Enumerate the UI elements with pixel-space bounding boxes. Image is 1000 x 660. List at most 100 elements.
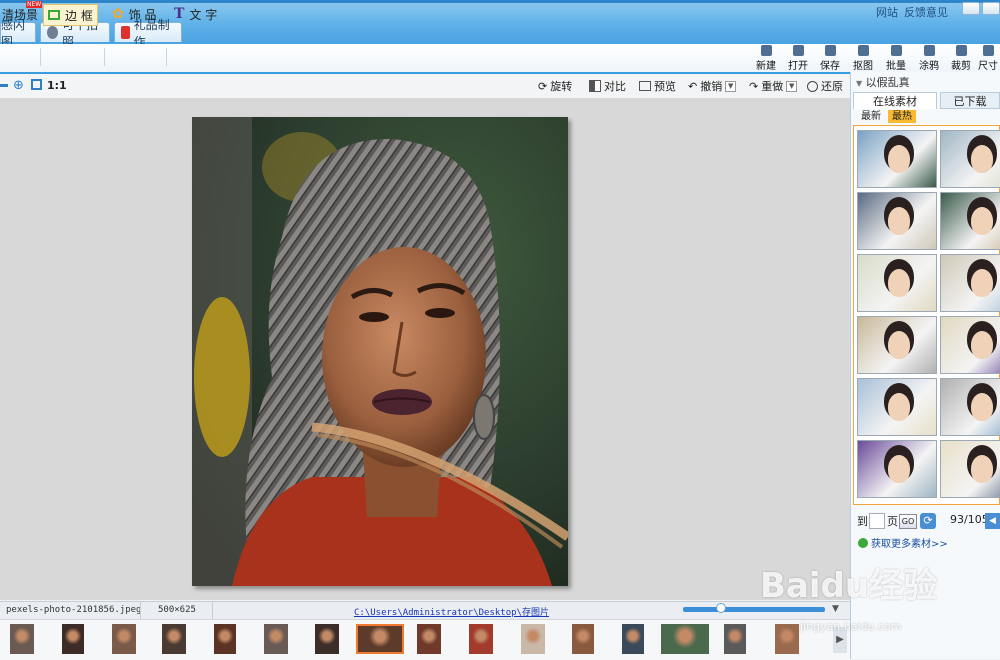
tab-downloaded[interactable]: 已下载 <box>940 92 1000 109</box>
undo-button[interactable]: ↶ 撤销 ▼ <box>688 78 737 94</box>
resize-button[interactable]: 尺寸 <box>976 44 1000 72</box>
doodle-button-label: 涂鸦 <box>919 61 939 72</box>
filmstrip-thumb[interactable] <box>162 624 186 654</box>
maximize-button[interactable] <box>982 2 1000 15</box>
filmstrip-thumb[interactable] <box>622 624 644 654</box>
prev-page-button[interactable]: ◀ <box>985 513 1000 529</box>
more-material-link[interactable]: 获取更多素材>> <box>858 535 948 550</box>
frame-icon <box>48 10 60 20</box>
resize-button-label: 尺寸 <box>978 61 998 72</box>
tab-online-label: 在线素材 <box>873 95 917 108</box>
zoom-slider-handle[interactable] <box>716 603 726 613</box>
material-thumb[interactable] <box>940 254 1000 312</box>
tab-shan-tu[interactable]: 感闪图 <box>0 18 36 49</box>
filmstrip-thumb[interactable] <box>264 624 288 654</box>
website-link[interactable]: 网站 <box>876 4 898 20</box>
undo-icon: ↶ <box>688 79 698 93</box>
crop-button[interactable]: 裁剪 <box>946 44 976 72</box>
tool-scene-label: 清场景 <box>2 7 39 22</box>
actual-size-button[interactable]: 1:1 <box>47 79 67 92</box>
zoom-in-icon[interactable]: ⊕ <box>13 78 24 93</box>
filmstrip-thumb[interactable] <box>417 624 441 654</box>
restore-label: 还原 <box>821 80 843 93</box>
open-button[interactable]: 打开 <box>783 44 813 72</box>
toolbar-divider <box>166 48 167 66</box>
status-filename: pexels-photo-2101856.jpeg <box>6 605 142 615</box>
material-thumb[interactable] <box>940 316 1000 374</box>
toolbar-divider <box>104 48 105 66</box>
material-thumb[interactable] <box>857 254 937 312</box>
new-badge: NEW <box>26 1 43 8</box>
cutout-button[interactable]: 抠图 <box>848 44 878 72</box>
material-thumb[interactable] <box>940 130 1000 188</box>
minimize-button[interactable] <box>962 2 980 15</box>
batch-button[interactable]: 批量 <box>881 44 911 72</box>
filmstrip-thumb[interactable] <box>572 624 594 654</box>
save-button[interactable]: 保存 <box>815 44 845 72</box>
restore-button[interactable]: 还原 <box>807 78 843 94</box>
filmstrip-thumb[interactable] <box>315 624 339 654</box>
filmstrip-thumb[interactable] <box>469 624 493 654</box>
chevron-down-icon[interactable]: ▼ <box>786 80 798 92</box>
material-thumb[interactable] <box>857 440 937 498</box>
filmstrip-thumb[interactable] <box>521 624 545 654</box>
redo-icon: ↷ <box>749 79 759 93</box>
material-thumb[interactable] <box>940 192 1000 250</box>
filmstrip-thumb[interactable] <box>724 624 746 654</box>
material-thumb[interactable] <box>857 192 937 250</box>
filmstrip-thumb[interactable] <box>10 624 34 654</box>
filmstrip-thumb[interactable] <box>214 624 236 654</box>
tool-scene[interactable]: 清场景 NEW <box>2 1 43 24</box>
preview-icon <box>639 81 651 91</box>
feedback-link[interactable]: 反馈意见 <box>904 4 948 20</box>
filmstrip-thumb[interactable] <box>775 624 799 654</box>
compare-button[interactable]: 对比 <box>589 78 626 94</box>
save-button-label: 保存 <box>820 61 840 72</box>
compare-label: 对比 <box>604 80 626 93</box>
baidu-watermark-url: jingyan.baidu.com <box>800 620 902 633</box>
cutout-button-label: 抠图 <box>853 61 873 72</box>
tool-decoration[interactable]: ✿ 饰 品 <box>112 4 157 24</box>
status-path-link[interactable]: C:\Users\Administrator\Desktop\存图片 <box>354 605 549 618</box>
tab-online-material[interactable]: 在线素材 <box>853 92 937 109</box>
chevron-down-icon[interactable]: ▼ <box>725 80 737 92</box>
restore-icon <box>807 80 818 92</box>
zoom-out-icon[interactable] <box>0 84 8 87</box>
rotate-button[interactable]: ⟳ 旋转 <box>538 78 572 94</box>
download-icon <box>858 537 868 548</box>
material-thumb[interactable] <box>940 440 1000 498</box>
redo-button[interactable]: ↷ 重做 ▼ <box>749 78 798 94</box>
filmstrip-thumb[interactable] <box>661 624 709 654</box>
subtab-latest[interactable]: 最新 <box>857 110 885 123</box>
material-thumb[interactable] <box>857 316 937 374</box>
tab-gift-making[interactable]: 礼品制作 <box>114 18 182 49</box>
subtab-hottest[interactable]: 最热 <box>888 110 916 123</box>
zoom-slider[interactable] <box>683 607 825 612</box>
go-button[interactable]: GO <box>899 514 917 529</box>
fit-screen-icon[interactable] <box>31 79 42 90</box>
page-number-input[interactable] <box>869 513 885 529</box>
material-thumb-face <box>971 455 993 483</box>
refresh-icon[interactable]: ⟳ <box>920 513 936 529</box>
filmstrip-thumb-selected[interactable] <box>356 624 404 654</box>
tool-text[interactable]: T 文 字 <box>174 4 217 24</box>
filmstrip-thumb[interactable] <box>112 624 136 654</box>
material-thumb-face <box>888 269 910 297</box>
doodle-button[interactable]: 涂鸦 <box>914 44 944 72</box>
main-photo[interactable] <box>192 117 568 586</box>
tool-frame[interactable]: 边 框 <box>43 4 98 26</box>
material-thumb[interactable] <box>940 378 1000 436</box>
batch-button-label: 批量 <box>886 61 906 72</box>
status-divider <box>140 602 141 620</box>
undo-label: 撤销 <box>700 80 723 93</box>
triangle-down-icon[interactable]: ▼ <box>856 79 862 88</box>
title-stripe <box>0 0 1000 3</box>
material-thumb-face <box>971 393 993 421</box>
filmstrip-thumb[interactable] <box>62 624 84 654</box>
redo-label: 重做 <box>761 80 784 93</box>
material-thumb[interactable] <box>857 130 937 188</box>
preview-button[interactable]: 预览 <box>639 78 676 94</box>
new-button[interactable]: 新建 <box>751 44 781 72</box>
cutout-icon <box>857 45 869 56</box>
material-thumb[interactable] <box>857 378 937 436</box>
